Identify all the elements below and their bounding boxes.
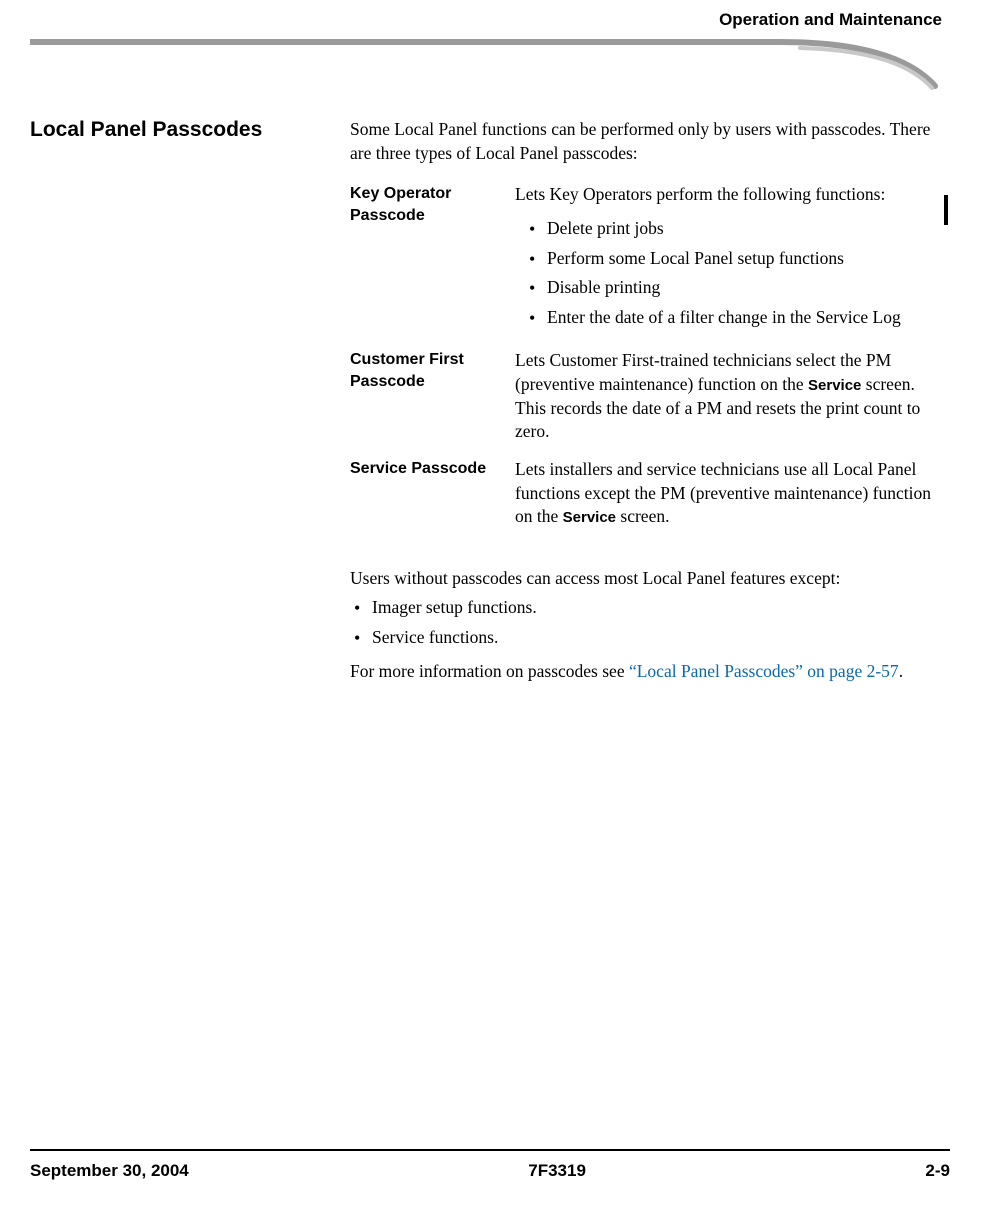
bullet-item: Service functions. <box>350 626 942 650</box>
definition-description: Lets Key Operators perform the following… <box>515 183 942 349</box>
definition-row: Service Passcode Lets installers and ser… <box>350 458 942 543</box>
main-column: Some Local Panel functions can be perfor… <box>350 118 942 683</box>
definition-lead-text: Lets Key Operators perform the following… <box>515 184 885 204</box>
header-swoosh-graphic <box>30 38 950 98</box>
header-section-title: Operation and Maintenance <box>719 10 942 30</box>
footer-date: September 30, 2004 <box>30 1161 189 1181</box>
more-info-before: For more information on passcodes see <box>350 661 629 681</box>
section-heading: Local Panel Passcodes <box>30 118 320 683</box>
definition-term: Service Passcode <box>350 458 515 543</box>
footer-page-number: 2-9 <box>925 1161 950 1181</box>
bullet-item: Perform some Local Panel setup functions <box>529 247 942 271</box>
definition-bullet-list: Delete print jobs Perform some Local Pan… <box>515 217 942 330</box>
passcode-definitions-table: Key Operator Passcode Lets Key Operators… <box>350 183 942 543</box>
definition-description: Lets Customer First-trained technicians … <box>515 349 942 458</box>
desc-text-after: screen. <box>616 506 669 526</box>
except-intro: Users without passcodes can access most … <box>350 567 942 591</box>
change-bar-icon <box>944 195 948 225</box>
definition-term: Customer First Passcode <box>350 349 515 458</box>
intro-paragraph: Some Local Panel functions can be perfor… <box>350 118 942 165</box>
bullet-item: Delete print jobs <box>529 217 942 241</box>
definition-term: Key Operator Passcode <box>350 183 515 349</box>
except-bullet-list: Imager setup functions. Service function… <box>350 596 942 649</box>
more-info-after: . <box>899 661 903 681</box>
bullet-item: Enter the date of a filter change in the… <box>529 306 942 330</box>
page-footer: September 30, 2004 7F3319 2-9 <box>30 1161 950 1181</box>
desc-bold-term: Service <box>563 509 616 526</box>
definition-row: Key Operator Passcode Lets Key Operators… <box>350 183 942 349</box>
bullet-item: Disable printing <box>529 276 942 300</box>
cross-reference-link[interactable]: “Local Panel Passcodes” on page 2-57 <box>629 661 899 681</box>
content-area: Local Panel Passcodes Some Local Panel f… <box>30 118 942 683</box>
more-info-paragraph: For more information on passcodes see “L… <box>350 660 942 684</box>
definition-row: Customer First Passcode Lets Customer Fi… <box>350 349 942 458</box>
footer-rule <box>30 1149 950 1151</box>
definition-description: Lets installers and service technicians … <box>515 458 942 543</box>
bullet-item: Imager setup functions. <box>350 596 942 620</box>
footer-doc-id: 7F3319 <box>528 1161 586 1181</box>
desc-bold-term: Service <box>808 377 861 394</box>
